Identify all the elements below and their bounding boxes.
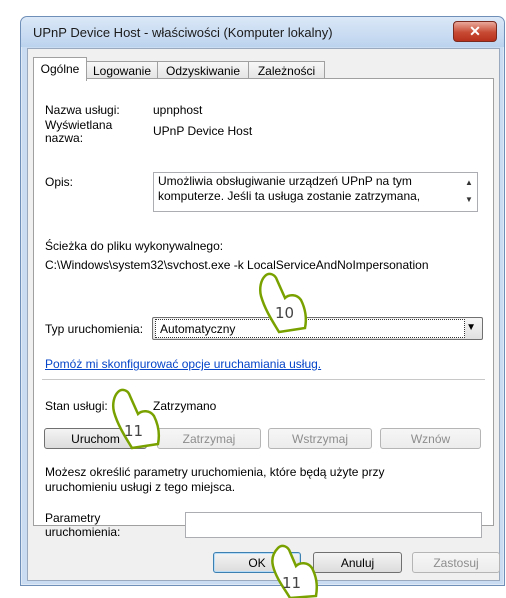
hand-pointer-icon: 11 [111, 388, 161, 450]
startup-type-label: Typ uruchomienia: [45, 322, 144, 336]
callout-step-11-ok: 11 [282, 574, 301, 592]
description-label: Opis: [45, 175, 74, 189]
params-hint-line-2: uruchomieniu usługi z tego miejsca. [45, 480, 236, 494]
description-line-1: Umożliwia obsługiwanie urządzeń UPnP na … [158, 174, 412, 188]
display-name-value: UPnP Device Host [153, 124, 253, 138]
resume-service-button[interactable]: Wznów [380, 428, 481, 449]
description-line-2: komputerze. Jeśli ta usługa zostanie zat… [158, 189, 421, 203]
scroll-down-icon[interactable]: ▼ [465, 195, 473, 204]
cancel-button[interactable]: Anuluj [313, 552, 402, 573]
path-label: Ścieżka do pliku wykonywalnego: [45, 239, 224, 253]
service-status-label: Stan usługi: [45, 399, 108, 413]
separator [42, 379, 485, 380]
params-hint-line-1: Możesz określić parametry uruchomienia, … [45, 465, 385, 479]
start-params-label: Parametry [45, 511, 101, 525]
tab-general[interactable]: Ogólne [33, 57, 87, 81]
start-params-input[interactable] [185, 512, 482, 538]
display-name-label: Wyświetlana [45, 118, 113, 132]
title-bar[interactable]: UPnP Device Host - właściwości (Komputer… [21, 17, 504, 47]
help-configure-link[interactable]: Pomóż mi skonfigurować opcje uruchamiani… [45, 357, 321, 371]
apply-button[interactable]: Zastosuj [412, 552, 500, 573]
stop-service-button[interactable]: Zatrzymaj [157, 428, 261, 449]
window-title: UPnP Device Host - właściwości (Komputer… [33, 25, 333, 40]
close-icon: ✕ [469, 23, 481, 39]
startup-type-value: Automatyczny [160, 322, 236, 336]
description-box[interactable]: Umożliwia obsługiwanie urządzeń UPnP na … [153, 172, 478, 212]
callout-step-10: 10 [275, 304, 294, 322]
callout-step-11-start: 11 [124, 422, 143, 440]
hand-pointer-icon: 10 [258, 272, 308, 334]
startup-type-dropdown[interactable]: Automatyczny ▼ [152, 317, 483, 340]
display-name-label-line2: nazwa: [45, 131, 84, 145]
chevron-down-icon: ▼ [466, 322, 476, 333]
hand-pointer-icon: 11 [271, 544, 319, 598]
description-scrollbar[interactable]: ▲ ▼ [461, 173, 477, 211]
service-name-label: Nazwa usługi: [45, 103, 120, 117]
service-name-value: upnphost [153, 103, 203, 117]
start-params-label-line2: uruchomienia: [45, 525, 121, 539]
path-value: C:\Windows\system32\svchost.exe -k Local… [45, 258, 429, 272]
close-button[interactable]: ✕ [453, 21, 497, 42]
pause-service-button[interactable]: Wstrzymaj [268, 428, 372, 449]
scroll-up-icon[interactable]: ▲ [465, 178, 473, 187]
